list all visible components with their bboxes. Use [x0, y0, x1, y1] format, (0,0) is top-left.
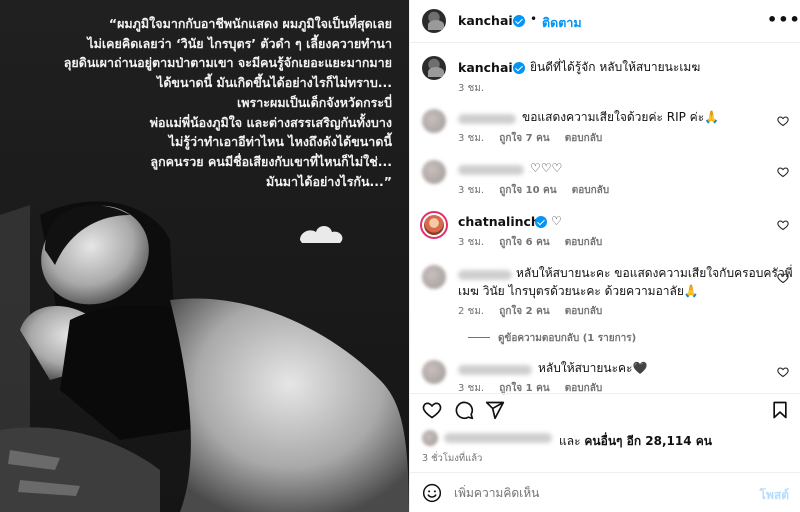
- comment-meta: 3 ชม. ถูกใจ 7 คน ตอบกลับ: [458, 131, 614, 146]
- photo-quote-text: “ผมภูมิใจมากกับอาชีพนักแสดง ผมภูมิใจเป็น…: [20, 14, 392, 191]
- comment-time: 3 ชม.: [458, 237, 485, 248]
- comment-time: 3 ชม.: [458, 133, 485, 144]
- quote-line: ได้ขนาดนี้ มันเกิดขึ้นได้อย่างไรก็ไม่ทรา…: [157, 75, 392, 91]
- post-details-panel: kanchai • ติดตาม ••• kanchai ยินดีที่ได้…: [409, 0, 800, 512]
- quote-line: ไม่รู้ว่าทำเอาอีท่าไหน ไหงถึงดังได้ขนาดน…: [168, 134, 392, 150]
- comment-text: หลับให้สบายนะคะ🖤: [538, 361, 648, 375]
- comment-likes[interactable]: ถูกใจ 7 คน: [499, 133, 549, 144]
- comment-text: ♡: [551, 214, 562, 228]
- liker-name-blurred: [444, 433, 552, 443]
- post-comment-button[interactable]: โพสต์: [760, 486, 789, 505]
- reply-button[interactable]: ตอบกลับ: [565, 133, 602, 144]
- comment-likes[interactable]: ถูกใจ 6 คน: [499, 237, 549, 248]
- comment-heart-icon[interactable]: [777, 115, 789, 127]
- quote-line: เพราะผมเป็นเด็กจังหวัดกระบี่: [237, 94, 392, 110]
- comment-heart-icon[interactable]: [777, 366, 789, 378]
- author-avatar[interactable]: [422, 9, 446, 33]
- comment-time: 2 ชม.: [458, 306, 485, 317]
- posted-time: 3 ชั่วโมงที่แล้ว: [422, 453, 483, 464]
- comment-likes[interactable]: ถูกใจ 10 คน: [499, 185, 556, 196]
- caption-username[interactable]: kanchai: [458, 60, 513, 75]
- verified-badge-icon: [535, 216, 547, 228]
- header-separator: •: [530, 12, 538, 26]
- comment-avatar[interactable]: [422, 265, 446, 289]
- comment-meta: 2 ชม. ถูกใจ 2 คน ตอบกลับ: [458, 304, 614, 319]
- likes-summary[interactable]: และ คนอื่นๆ อีก 28,114 คน: [559, 432, 712, 451]
- comment-meta: 3 ชม. ถูกใจ 6 คน ตอบกลับ: [458, 235, 614, 250]
- comment-avatar-story[interactable]: [420, 211, 448, 239]
- comment-meta: 3 ชม. ถูกใจ 10 คน ตอบกลับ: [458, 183, 621, 198]
- reply-button[interactable]: ตอบกลับ: [565, 306, 602, 317]
- caption-text: ยินดีที่ได้รู้จัก หลับให้สบายนะเมฆ: [530, 60, 701, 74]
- comment-icon[interactable]: [454, 400, 474, 420]
- reply-button[interactable]: ตอบกลับ: [572, 185, 609, 196]
- comment-avatar[interactable]: [422, 160, 446, 184]
- comment-text: ขอแสดงความเสียใจด้วยค่ะ RIP ค่ะ🙏: [522, 110, 720, 124]
- comment-heart-icon[interactable]: [777, 166, 789, 178]
- comment-username-blurred[interactable]: [458, 270, 512, 280]
- more-options-icon[interactable]: •••: [767, 10, 800, 29]
- caption-avatar[interactable]: [422, 56, 446, 80]
- post-actions-bar: [410, 393, 800, 427]
- quote-line: พ่อแม่พี่น้องภูมิใจ และต่างสรรเสริญกันทั…: [149, 114, 392, 130]
- follow-button[interactable]: ติดตาม: [542, 13, 582, 33]
- comment-avatar[interactable]: [422, 109, 446, 133]
- verified-badge-icon: [513, 62, 525, 74]
- likes-prefix: และ: [559, 434, 581, 448]
- comment-username-blurred[interactable]: [458, 365, 532, 375]
- bookmark-icon[interactable]: [770, 400, 790, 420]
- comment-text: ♡♡♡: [530, 161, 563, 175]
- quote-line: มันมาได้อย่างไรกัน...”: [266, 173, 392, 189]
- comment-heart-icon[interactable]: [777, 219, 789, 231]
- comment-text-line1: หลับให้สบายนะคะ ขอแสดงความเสียใจกับครอบค…: [516, 266, 793, 280]
- author-username[interactable]: kanchai: [458, 13, 513, 28]
- share-icon[interactable]: [485, 400, 505, 420]
- comment-heart-icon[interactable]: [777, 272, 789, 284]
- comment-username-blurred[interactable]: [458, 165, 524, 175]
- comment-likes[interactable]: ถูกใจ 2 คน: [499, 306, 549, 317]
- comment-time: 3 ชม.: [458, 185, 485, 196]
- post-header: kanchai • ติดตาม •••: [410, 0, 800, 43]
- quote-line: “ผมภูมิใจมากกับอาชีพนักแสดง ผมภูมิใจเป็น…: [108, 16, 392, 31]
- quote-line: ลุยดินเผาถ่านอยู่ตามป่าตามเขา จะมีคนรู้จ…: [63, 55, 392, 71]
- reply-button[interactable]: ตอบกลับ: [565, 237, 602, 248]
- liker-avatar: [422, 430, 438, 446]
- view-replies-button[interactable]: ดูข้อความตอบกลับ (1 รายการ): [467, 331, 636, 346]
- heart-icon[interactable]: [422, 400, 442, 420]
- post-photo[interactable]: “ผมภูมิใจมากกับอาชีพนักแสดง ผมภูมิใจเป็น…: [0, 0, 409, 512]
- comment-text-line2: เมฆ วินัย ไกรบุตรด้วยนะคะ ด้วยความอาลัย🙏: [458, 284, 699, 298]
- likes-count[interactable]: คนอื่นๆ อีก 28,114 คน: [584, 434, 712, 448]
- emoji-icon[interactable]: [422, 483, 442, 503]
- comment-input[interactable]: [454, 485, 744, 501]
- quote-line: ไม่เคยคิดเลยว่า ‘วินัย ไกรบุตร’ ตัวดำ ๆ …: [87, 35, 392, 51]
- comment-username-blurred[interactable]: [458, 114, 516, 124]
- comment-avatar[interactable]: [422, 360, 446, 384]
- add-comment-bar: โพสต์: [410, 472, 800, 512]
- caption-time: 3 ชม.: [458, 83, 485, 94]
- quote-line: ลูกคนรวย คนมีชื่อเสียงกับเขาที่ไหนก็ไม่ใ…: [150, 153, 392, 169]
- comment-username[interactable]: chatnalinch: [458, 214, 540, 229]
- verified-badge-icon: [513, 15, 525, 27]
